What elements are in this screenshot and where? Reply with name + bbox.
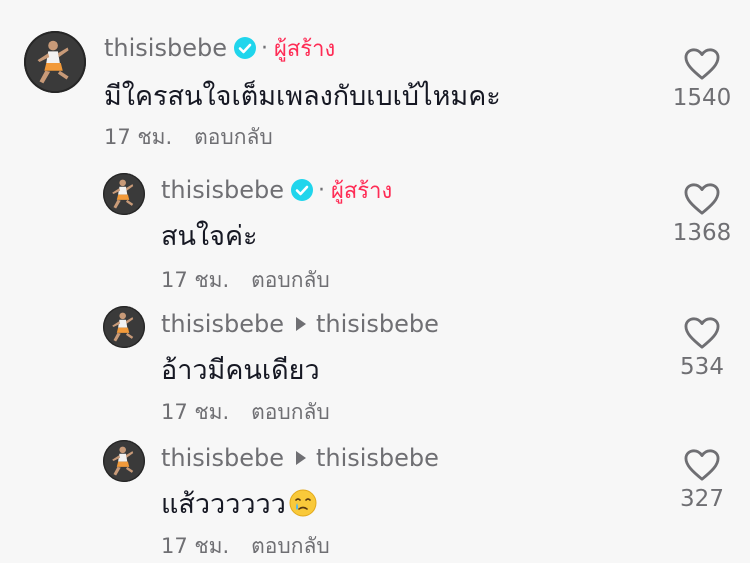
comment-text: อ้าวมีคนเดียว [161,355,320,386]
comment-header: thisisbebe thisisbebe [161,310,439,338]
comment-text: สนใจค่ะ [161,221,258,252]
avatar[interactable] [103,440,145,482]
timestamp: 17 ชม. [161,534,230,558]
username[interactable]: thisisbebe [104,34,227,62]
username[interactable]: thisisbebe [161,444,284,472]
comment-text: แส้วววววว [161,482,318,525]
reply-arrow-icon [295,317,306,331]
like-count: 327 [680,486,724,512]
timestamp: 17 ชม. [161,268,230,292]
comment-text: มีใครสนใจเต็มเพลงกับเบเบ้ไหมคะ [104,81,501,112]
comment-meta: 17 ชม. ตอบกลับ [161,530,330,563]
like-count: 1540 [672,85,732,111]
heart-icon[interactable] [683,316,721,350]
like-count: 534 [680,354,724,380]
reply-button[interactable]: ตอบกลับ [251,268,330,292]
like-control[interactable]: 327 [657,448,747,512]
verified-icon [233,37,256,59]
timestamp: 17 ชม. [104,125,173,149]
creator-badge: ผู้สร้าง [330,178,393,204]
avatar[interactable] [103,173,145,215]
avatar[interactable] [24,31,86,93]
comment-meta: 17 ชม. ตอบกลับ [161,396,330,429]
crying-face-icon [289,489,317,517]
username[interactable]: thisisbebe [161,176,284,204]
separator-dot: · [317,177,325,203]
like-control[interactable]: 534 [657,316,747,380]
verified-icon [290,179,313,201]
username[interactable]: thisisbebe [161,310,284,338]
reply-button[interactable]: ตอบกลับ [251,400,330,424]
reply-button[interactable]: ตอบกลับ [251,534,330,558]
reply-arrow-icon [295,451,306,465]
creator-badge: ผู้สร้าง [273,36,336,62]
comment-header: thisisbebe thisisbebe [161,444,439,472]
heart-icon[interactable] [683,47,721,81]
avatar[interactable] [103,306,145,348]
comment-meta: 17 ชม. ตอบกลับ [104,121,273,154]
comment-text-content: แส้วววววว [161,489,286,520]
comment-header: thisisbebe · ผู้สร้าง [104,34,335,62]
like-control[interactable]: 1368 [657,182,747,246]
heart-icon[interactable] [683,448,721,482]
like-count: 1368 [672,220,732,246]
reply-to-username[interactable]: thisisbebe [316,310,439,338]
like-control[interactable]: 1540 [657,47,747,111]
timestamp: 17 ชม. [161,400,230,424]
comment-meta: 17 ชม. ตอบกลับ [161,264,330,297]
separator-dot: · [260,35,268,61]
comment-header: thisisbebe · ผู้สร้าง [161,176,392,204]
reply-to-username[interactable]: thisisbebe [316,444,439,472]
reply-button[interactable]: ตอบกลับ [194,125,273,149]
heart-icon[interactable] [683,182,721,216]
